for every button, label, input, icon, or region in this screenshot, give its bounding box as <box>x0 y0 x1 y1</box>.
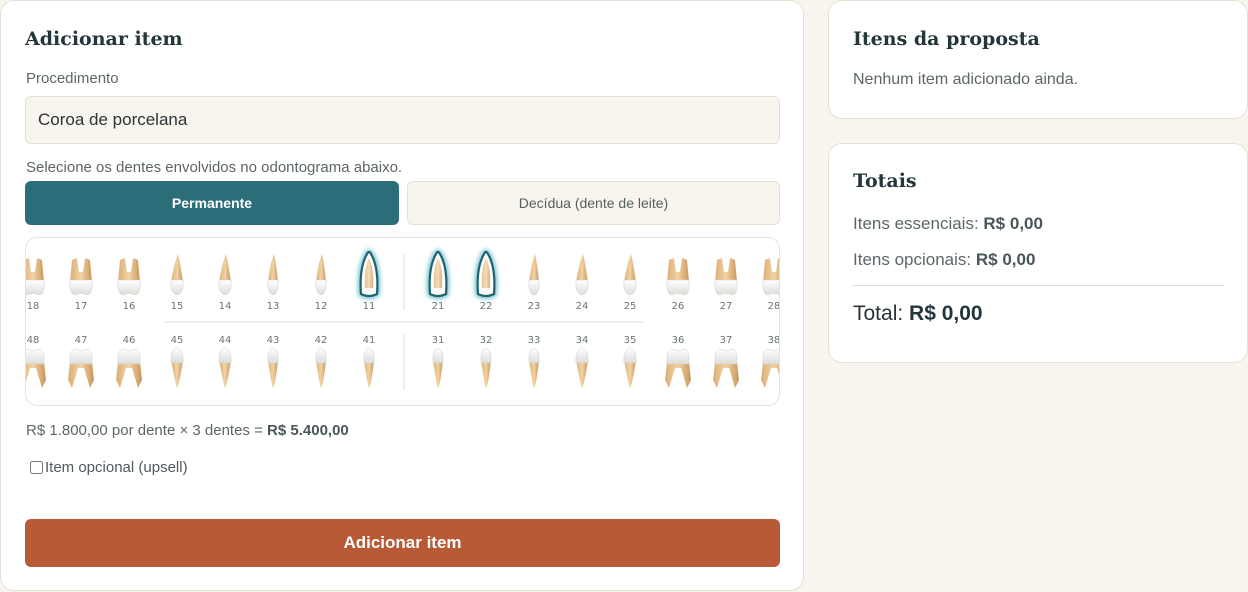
totals-title: Totais <box>853 170 917 192</box>
tooth-label-48: 48 <box>27 335 40 346</box>
optional-item-checkbox[interactable] <box>30 461 43 474</box>
tooth-24[interactable]: 24 <box>575 254 589 312</box>
proposal-items-card: Itens da proposta Nenhum item adicionado… <box>828 0 1248 119</box>
proposal-items-title: Itens da proposta <box>853 28 1040 50</box>
tooth-label-21: 21 <box>432 301 445 312</box>
tooth-46[interactable]: 46 <box>116 335 142 388</box>
tooth-16[interactable]: 16 <box>117 258 141 312</box>
tooth-41[interactable]: 41 <box>363 335 376 388</box>
totals-divider <box>853 285 1224 286</box>
tooth-label-34: 34 <box>576 335 589 346</box>
tooth-31[interactable]: 31 <box>432 335 445 388</box>
tooth-label-37: 37 <box>720 335 733 346</box>
optional-label: Itens opcionais: <box>853 250 976 269</box>
procedure-input[interactable] <box>25 96 780 144</box>
tooth-label-12: 12 <box>315 301 328 312</box>
price-calc: R$ 1.800,00 por dente × 3 dentes = <box>26 422 268 439</box>
add-item-button[interactable]: Adicionar item <box>25 519 780 567</box>
tooth-label-44: 44 <box>219 335 232 346</box>
tab-decidua[interactable]: Decídua (dente de leite) <box>407 181 780 225</box>
essential-value: R$ 0,00 <box>983 214 1043 233</box>
tooth-43[interactable]: 43 <box>267 335 280 388</box>
tooth-23[interactable]: 23 <box>528 254 541 312</box>
tooth-label-42: 42 <box>315 335 328 346</box>
tooth-label-46: 46 <box>123 335 136 346</box>
tooth-36[interactable]: 36 <box>665 335 691 388</box>
optional-total-line: Itens opcionais: R$ 0,00 <box>853 250 1035 270</box>
tooth-label-32: 32 <box>480 335 493 346</box>
odontogram-instruction: Selecione os dentes envolvidos no odonto… <box>26 159 403 176</box>
total-value: R$ 0,00 <box>909 302 983 325</box>
tooth-32[interactable]: 32 <box>480 335 493 388</box>
tooth-label-16: 16 <box>123 301 136 312</box>
price-summary: R$ 1.800,00 por dente × 3 dentes = R$ 5.… <box>26 422 349 439</box>
tooth-label-17: 17 <box>75 301 88 312</box>
tooth-22[interactable]: 22 <box>475 249 497 312</box>
tooth-12[interactable]: 12 <box>315 254 328 312</box>
tooth-label-35: 35 <box>624 335 637 346</box>
tooth-label-13: 13 <box>267 301 280 312</box>
tooth-48[interactable]: 48 <box>26 335 46 388</box>
tooth-28[interactable]: 28 <box>762 258 780 312</box>
tooth-21[interactable]: 21 <box>427 249 449 312</box>
tooth-label-47: 47 <box>75 335 88 346</box>
tooth-11[interactable]: 11 <box>358 249 380 312</box>
tooth-label-27: 27 <box>720 301 733 312</box>
tooth-13[interactable]: 13 <box>267 254 280 312</box>
tooth-label-45: 45 <box>171 335 184 346</box>
optional-value: R$ 0,00 <box>975 250 1036 269</box>
tooth-26[interactable]: 26 <box>666 258 690 312</box>
tooth-label-25: 25 <box>624 301 637 312</box>
tooth-label-26: 26 <box>672 301 685 312</box>
total-label: Total: <box>853 302 910 325</box>
procedure-label: Procedimento <box>26 70 119 87</box>
add-item-card: Adicionar item Procedimento Selecione os… <box>0 0 804 591</box>
tooth-label-43: 43 <box>267 335 280 346</box>
tooth-17[interactable]: 17 <box>69 258 93 312</box>
tooth-label-18: 18 <box>27 301 40 312</box>
price-total: R$ 5.400,00 <box>267 422 349 439</box>
tooth-label-28: 28 <box>768 301 780 312</box>
add-item-title: Adicionar item <box>25 28 183 50</box>
tooth-label-15: 15 <box>171 301 184 312</box>
tab-permanente[interactable]: Permanente <box>25 181 399 225</box>
tooth-label-41: 41 <box>363 335 376 346</box>
tooth-label-38: 38 <box>768 335 780 346</box>
tooth-label-23: 23 <box>528 301 541 312</box>
proposal-items-empty: Nenhum item adicionado ainda. <box>853 71 1079 88</box>
optional-item-toggle[interactable]: Item opcional (upsell) <box>30 459 188 476</box>
tooth-37[interactable]: 37 <box>713 335 739 388</box>
odontogram-canvas: 18 17 16 15 14 13 12 11 21 22 23 24 25 26 27 28 48 47 46 45… <box>26 249 780 390</box>
tooth-44[interactable]: 44 <box>218 335 232 388</box>
tooth-38[interactable]: 38 <box>761 335 780 388</box>
essential-total-line: Itens essenciais: R$ 0,00 <box>853 214 1043 234</box>
optional-item-label: Item opcional (upsell) <box>45 459 188 476</box>
tooth-25[interactable]: 25 <box>623 254 637 312</box>
grand-total-line: Total: R$ 0,00 <box>853 302 983 326</box>
tooth-label-24: 24 <box>576 301 589 312</box>
tooth-47[interactable]: 47 <box>68 335 94 388</box>
tooth-35[interactable]: 35 <box>623 335 637 388</box>
tooth-label-22: 22 <box>480 301 493 312</box>
tooth-27[interactable]: 27 <box>714 258 738 312</box>
tooth-34[interactable]: 34 <box>575 335 589 388</box>
odontogram: 18 17 16 15 14 13 12 11 21 22 23 24 25 26 27 28 48 47 46 45… <box>25 237 780 406</box>
tooth-label-14: 14 <box>219 301 232 312</box>
tooth-45[interactable]: 45 <box>170 335 184 388</box>
tooth-14[interactable]: 14 <box>218 254 232 312</box>
tooth-label-11: 11 <box>363 301 376 312</box>
tooth-label-31: 31 <box>432 335 445 346</box>
tooth-label-36: 36 <box>672 335 685 346</box>
tooth-15[interactable]: 15 <box>170 254 184 312</box>
tooth-33[interactable]: 33 <box>528 335 541 388</box>
tooth-42[interactable]: 42 <box>315 335 328 388</box>
tooth-label-33: 33 <box>528 335 541 346</box>
tooth-18[interactable]: 18 <box>26 258 45 312</box>
essential-label: Itens essenciais: <box>853 214 984 233</box>
totals-card: Totais Itens essenciais: R$ 0,00 Itens o… <box>828 143 1248 363</box>
